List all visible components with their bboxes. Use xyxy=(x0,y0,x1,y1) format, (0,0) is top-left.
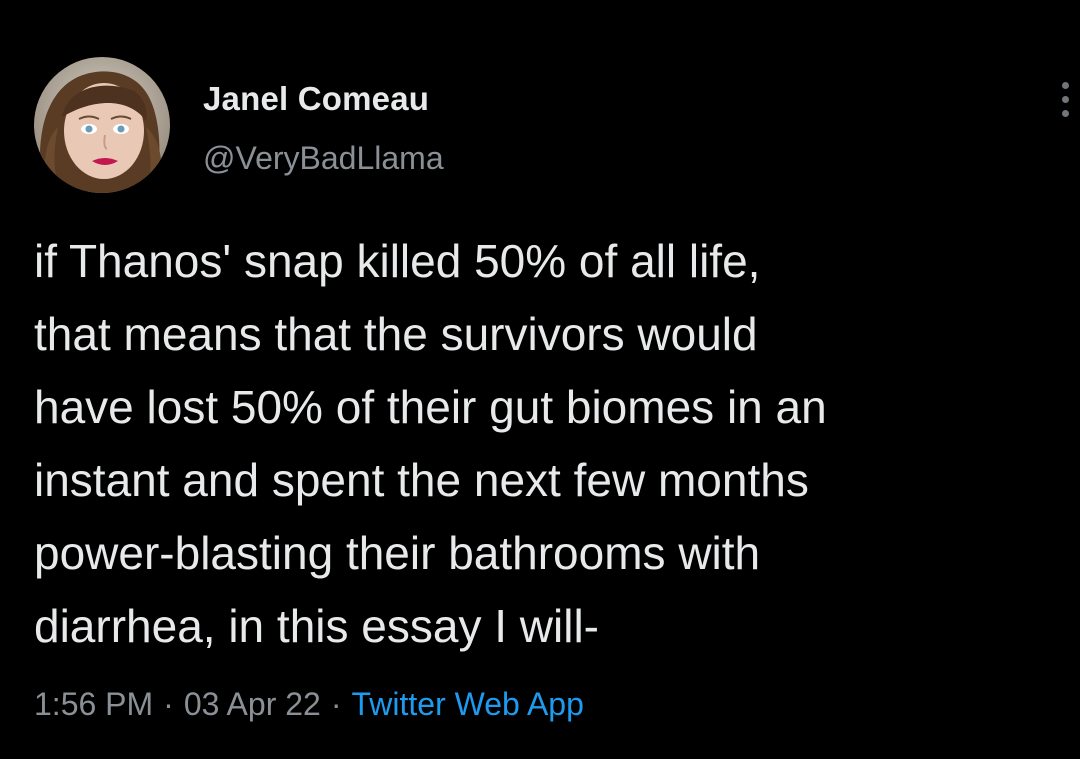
avatar-image xyxy=(34,57,170,193)
tweet-text-line: power-blasting their bathrooms with xyxy=(34,527,761,579)
meta-separator: · xyxy=(163,686,174,722)
tweet-text-line: have lost 50% of their gut biomes in an xyxy=(34,381,827,433)
tweet-time[interactable]: 1:56 PM xyxy=(34,686,153,722)
more-dot xyxy=(1062,82,1069,89)
more-dot xyxy=(1062,110,1069,117)
tweet-date[interactable]: 03 Apr 22 xyxy=(184,686,321,722)
tweet-text-line: diarrhea, in this essay I will- xyxy=(34,600,599,652)
avatar[interactable] xyxy=(34,57,170,193)
tweet-metadata: 1:56 PM · 03 Apr 22 · Twitter Web App xyxy=(34,686,584,723)
tweet-text-line: if Thanos' snap killed 50% of all life, xyxy=(34,235,761,287)
more-dot xyxy=(1062,96,1069,103)
author-display-name[interactable]: Janel Comeau xyxy=(203,80,429,118)
meta-separator: · xyxy=(330,686,342,722)
tweet-card: Janel Comeau @VeryBadLlama if Thanos' sn… xyxy=(0,0,1080,759)
author-handle[interactable]: @VeryBadLlama xyxy=(203,140,444,177)
tweet-text: if Thanos' snap killed 50% of all life, … xyxy=(34,225,1074,663)
more-options-icon[interactable] xyxy=(1056,78,1080,122)
tweet-text-line: that means that the survivors would xyxy=(34,308,758,360)
tweet-text-line: instant and spent the next few months xyxy=(34,454,809,506)
tweet-source-link[interactable]: Twitter Web App xyxy=(351,686,583,722)
